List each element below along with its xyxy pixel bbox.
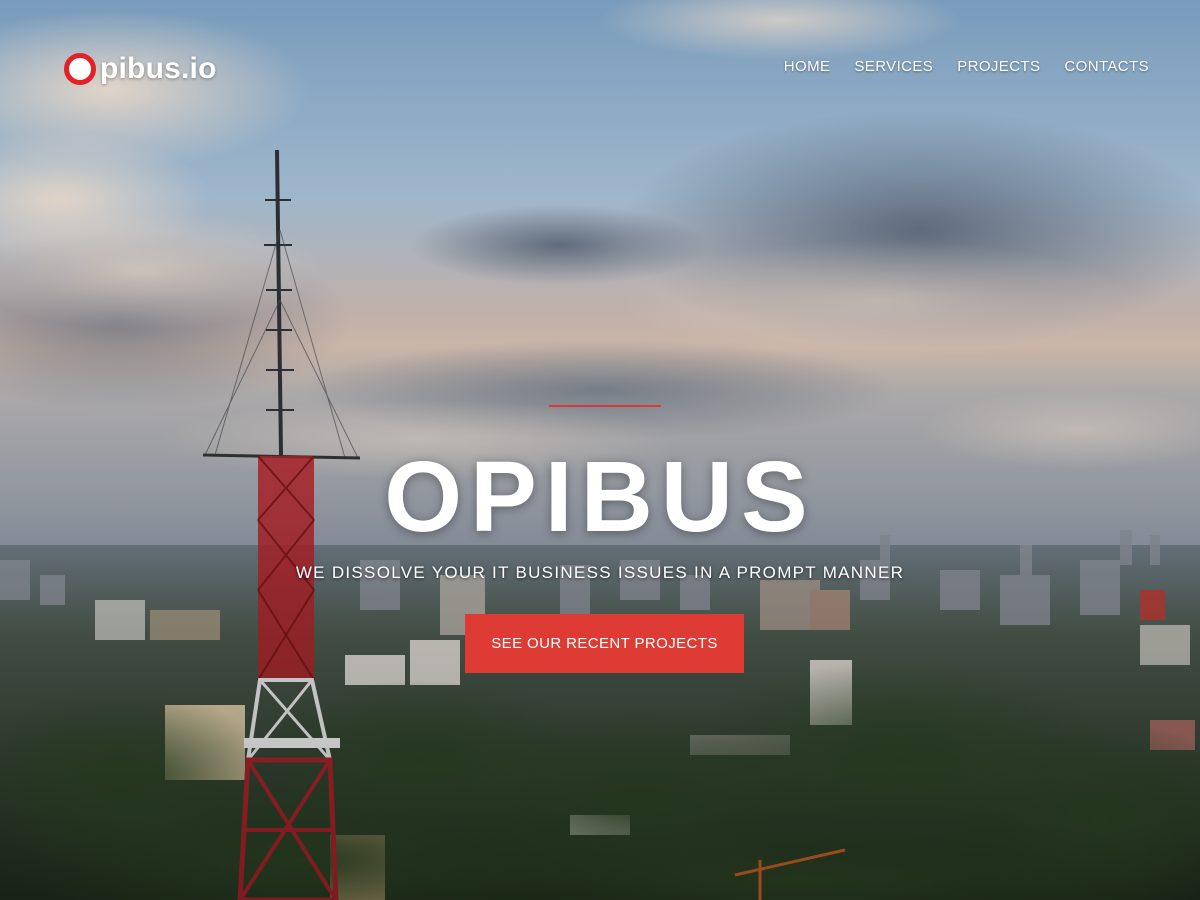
nav-link-projects[interactable]: PROJECTS bbox=[957, 58, 1040, 75]
logo-o-icon bbox=[64, 53, 96, 85]
hero-title: OPIBUS bbox=[384, 441, 816, 553]
site-logo[interactable]: pibus.io bbox=[64, 52, 217, 86]
nav-link-home[interactable]: HOME bbox=[784, 58, 831, 75]
hero-section: pibus.io HOME SERVICES PROJECTS CONTACTS… bbox=[0, 0, 1200, 900]
nav-link-services[interactable]: SERVICES bbox=[854, 58, 933, 75]
main-navigation: HOME SERVICES PROJECTS CONTACTS bbox=[784, 58, 1149, 75]
nav-link-contacts[interactable]: CONTACTS bbox=[1064, 58, 1149, 75]
logo-text: pibus.io bbox=[100, 52, 217, 85]
see-recent-projects-button[interactable]: SEE OUR RECENT PROJECTS bbox=[465, 614, 744, 673]
hero-subtitle: WE DISSOLVE YOUR IT BUSINESS ISSUES IN A… bbox=[295, 563, 905, 582]
title-accent-line bbox=[549, 405, 661, 407]
